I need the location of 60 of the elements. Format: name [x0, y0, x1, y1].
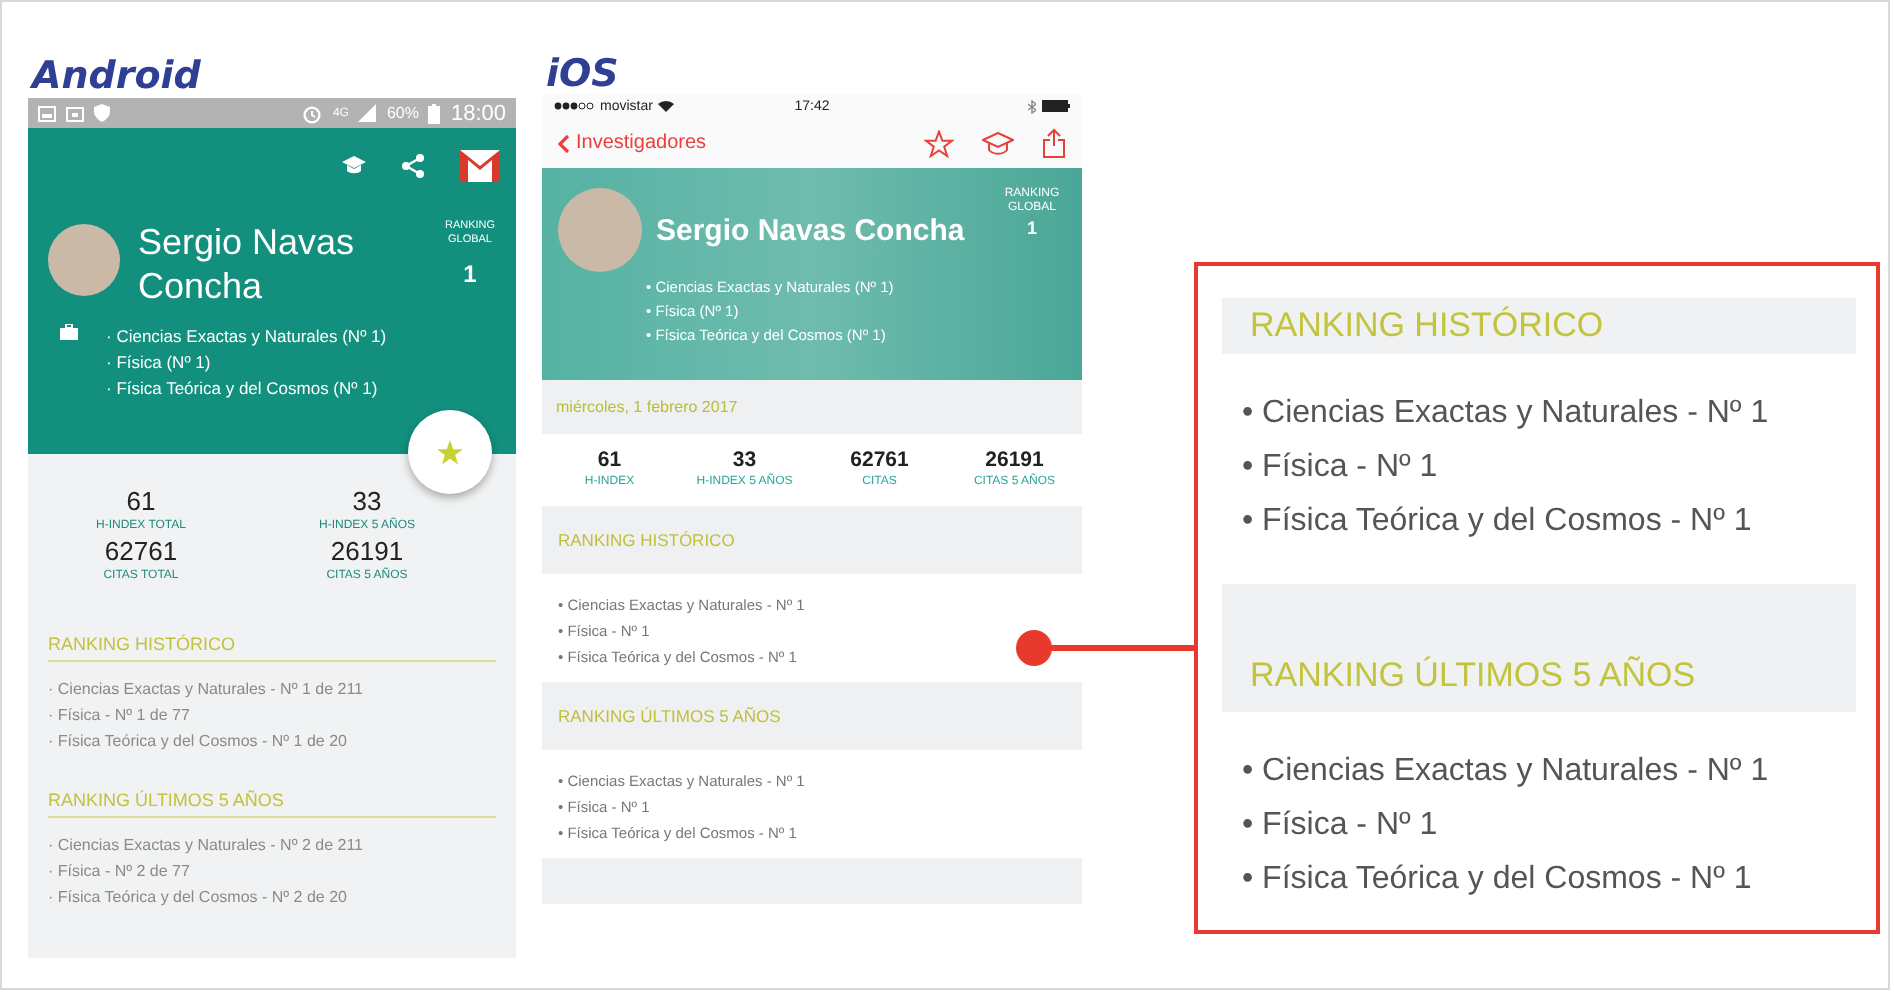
graduation-cap-icon[interactable]: [982, 131, 1014, 155]
signal-icon: [358, 104, 377, 122]
alarm-icon: [302, 103, 323, 123]
signal-dots-icon: [554, 102, 594, 110]
research-area: · Ciencias Exactas y Naturales (Nº 1): [106, 324, 387, 350]
ranking-item: · Física Teórica y del Cosmos - Nº 1 de 20: [48, 730, 349, 754]
ranking-item: • Física Teórica y del Cosmos - Nº 1: [1242, 860, 1754, 900]
section-title: RANKING HISTÓRICO: [1222, 298, 1856, 354]
share-icon[interactable]: [1042, 128, 1066, 158]
chevron-left-icon: [558, 133, 570, 153]
researcher-name: Sergio Navas Concha: [138, 220, 357, 308]
ranking-item: · Física - Nº 1 de 77: [48, 704, 192, 728]
briefcase-icon: [60, 324, 78, 340]
platform-label: iOS: [546, 54, 619, 94]
ranking-item: · Física - Nº 2 de 77: [48, 860, 192, 884]
image-icon: [38, 105, 56, 121]
stat-value: 33: [352, 486, 382, 517]
mail-icon[interactable]: [460, 150, 500, 182]
date-label: miércoles, 1 febrero 2017: [554, 396, 740, 420]
back-button[interactable]: Investigadores: [558, 132, 707, 154]
star-icon: [436, 439, 464, 465]
stat-value: 33: [732, 448, 757, 474]
ranking-item: · Ciencias Exactas y Naturales - Nº 2 de 211: [48, 834, 366, 858]
ranking-item: • Física Teórica y del Cosmos - Nº 1: [1242, 502, 1754, 542]
section-title: RANKING HISTÓRICO: [48, 634, 496, 662]
ranking-item: • Ciencias Exactas y Naturales - Nº 1: [1242, 752, 1771, 792]
section-title: RANKING ÚLTIMOS 5 AÑOS: [556, 704, 783, 730]
research-area: · Física (Nº 1): [106, 350, 387, 376]
stat-value: 61: [126, 486, 156, 518]
section-title: RANKING ÚLTIMOS 5 AÑOS: [1222, 584, 1856, 712]
graduation-cap-icon[interactable]: [342, 156, 366, 176]
stat-value: 62761: [104, 536, 178, 568]
shield-icon: [94, 104, 110, 122]
battery-percent: 60%: [386, 104, 419, 122]
ranking-value: 1: [463, 260, 477, 288]
ranking-item: • Ciencias Exactas y Naturales - Nº 1: [1242, 394, 1771, 434]
research-area: · Física Teórica y del Cosmos (Nº 1): [106, 376, 387, 402]
ranking-item: • Física - Nº 1: [1242, 448, 1440, 488]
clock-time: 18:00: [450, 101, 506, 125]
wifi-icon: [658, 100, 675, 112]
bluetooth-icon: [1028, 99, 1036, 113]
avatar: [48, 224, 120, 296]
researcher-name: Sergio Navas Concha: [656, 213, 965, 247]
battery-icon: [1042, 100, 1070, 112]
stat-value: 26191: [985, 448, 1044, 473]
ranking-item: · Ciencias Exactas y Naturales - Nº 1 de 211: [48, 678, 366, 702]
avatar: [558, 188, 642, 272]
ranking-item: • Física - Nº 1: [1242, 806, 1440, 846]
star-icon[interactable]: [924, 129, 954, 157]
battery-icon: [428, 103, 441, 123]
platform-label: Android: [32, 54, 201, 98]
stat-value: 62761: [850, 448, 909, 474]
section-title: RANKING ÚLTIMOS 5 AÑOS: [48, 790, 496, 818]
stat-value: 26191: [330, 536, 404, 567]
calendar-icon: [66, 105, 84, 121]
favorite-button[interactable]: [408, 410, 492, 494]
ranking-value: 1: [1026, 218, 1037, 238]
ranking-item: · Física Teórica y del Cosmos - Nº 2 de 20: [48, 886, 349, 910]
section-title: RANKING HISTÓRICO: [556, 528, 737, 554]
stat-value: 61: [597, 448, 622, 474]
